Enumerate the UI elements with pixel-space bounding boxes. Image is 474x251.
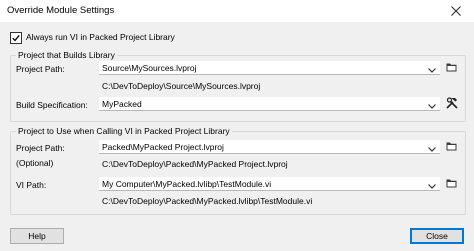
- project-path-combobox[interactable]: Source\MySources.lvproj: [99, 61, 440, 75]
- folder-icon[interactable]: [446, 178, 457, 190]
- build-spec-value: MyPacked: [102, 99, 142, 109]
- calling-project-path-label: Project Path:: [16, 143, 65, 153]
- close-icon[interactable]: [438, 0, 474, 22]
- chevron-down-icon[interactable]: [428, 65, 436, 75]
- calling-project-path-combobox[interactable]: Packed\MyPacked Project.lvproj: [99, 140, 440, 154]
- vi-path-label: VI Path:: [16, 180, 47, 190]
- chevron-down-icon[interactable]: [428, 144, 436, 154]
- project-path-resolved: C:\DevToDeploy\Source\MySources.lvproj: [102, 81, 261, 91]
- folder-icon[interactable]: [446, 141, 457, 153]
- hammer-wrench-icon[interactable]: [446, 97, 458, 111]
- always-run-checkbox[interactable]: [10, 32, 22, 44]
- vi-path-resolved: C:\DevToDeploy\Packed\MyPacked.lvlibp\Te…: [102, 196, 313, 206]
- help-button[interactable]: Help: [10, 228, 64, 244]
- title-bar: Override Module Settings: [0, 0, 474, 22]
- always-run-label: Always run VI in Packed Project Library: [26, 32, 175, 42]
- calling-project-path-resolved: C:\DevToDeploy\Packed\MyPacked Project.l…: [102, 159, 288, 169]
- calling-project-path-value: Packed\MyPacked Project.lvproj: [102, 142, 224, 152]
- chevron-down-icon[interactable]: [428, 181, 436, 191]
- project-path-value: Source\MySources.lvproj: [102, 63, 197, 73]
- window-title: Override Module Settings: [7, 5, 115, 16]
- project-path-label: Project Path:: [16, 64, 65, 74]
- chevron-down-icon[interactable]: [428, 101, 436, 111]
- dialog-window: Override Module Settings Always run VI i…: [0, 0, 474, 251]
- build-spec-label: Build Specification:: [16, 100, 88, 110]
- optional-label: (Optional): [16, 158, 54, 168]
- build-spec-dropdown[interactable]: MyPacked: [99, 97, 440, 111]
- vi-path-value: My Computer\MyPacked.lvlibp\TestModule.v…: [102, 179, 272, 189]
- folder-icon[interactable]: [446, 62, 457, 74]
- calling-group-title: Project to Use when Calling VI in Packed…: [16, 126, 232, 136]
- close-button[interactable]: Close: [410, 228, 464, 244]
- vi-path-combobox[interactable]: My Computer\MyPacked.lvlibp\TestModule.v…: [99, 177, 440, 191]
- builds-group-title: Project that Builds Library: [16, 50, 117, 60]
